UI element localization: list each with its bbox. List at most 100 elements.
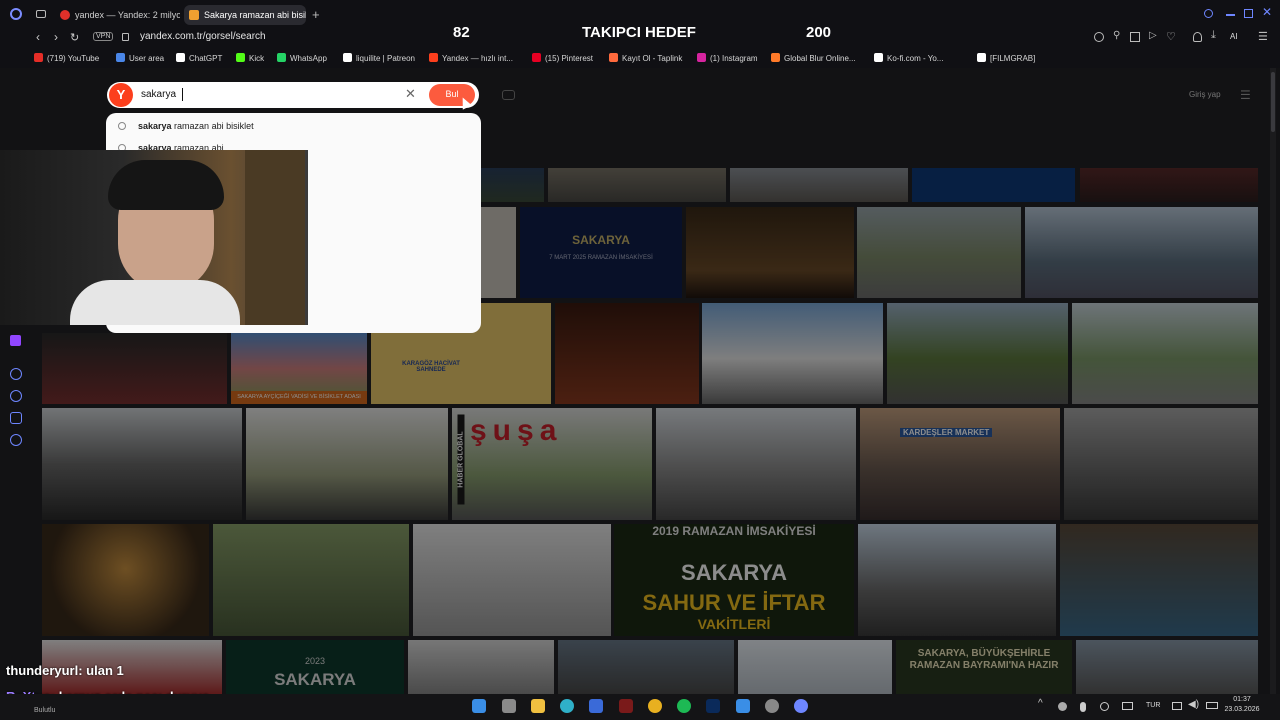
page-scrollbar[interactable]: [1270, 68, 1276, 694]
pin-icon[interactable]: ⚲: [1113, 30, 1120, 41]
bookmark-item[interactable]: [FILMGRAB]: [977, 53, 1035, 63]
image-tile-susa[interactable]: HABER GLOBAL şuşa: [452, 408, 652, 520]
suggestion-item[interactable]: sakarya ramazan abi bisiklet: [118, 121, 468, 135]
image-tile[interactable]: [1060, 524, 1258, 636]
spotify-icon[interactable]: [677, 699, 691, 713]
image-tile[interactable]: [548, 168, 726, 202]
image-tile[interactable]: [213, 524, 409, 636]
image-tile[interactable]: [1076, 640, 1258, 694]
language-label[interactable]: TUR: [1146, 702, 1160, 709]
image-tile[interactable]: [887, 303, 1068, 404]
mail-icon[interactable]: [589, 699, 603, 713]
tab-yandex[interactable]: yandex — Yandex: 2 milyon: [55, 5, 180, 25]
scrollbar-thumb[interactable]: [1271, 72, 1275, 132]
ai-icon[interactable]: AI: [1230, 32, 1238, 41]
yandex-browser-icon[interactable]: [794, 699, 808, 713]
bookmark-item[interactable]: Global Blur Online...: [771, 53, 856, 63]
bookmark-item[interactable]: User area: [116, 53, 164, 63]
image-tile[interactable]: [42, 333, 227, 404]
tray-icon[interactable]: [1058, 702, 1067, 711]
image-tile[interactable]: [558, 640, 734, 694]
image-tile-buyuksehir[interactable]: SAKARYA, BÜYÜKŞEHİRLE RAMAZAN BAYRAMI'NA…: [896, 640, 1072, 694]
image-tile-sakarya-imsakiye[interactable]: SAKARYA 7 MART 2025 RAMAZAN İMSAKİYESİ: [520, 207, 682, 298]
bookmark-item[interactable]: WhatsApp: [277, 53, 327, 63]
image-tile[interactable]: [246, 408, 448, 520]
bookmark-item[interactable]: Kick: [236, 53, 264, 63]
image-tile[interactable]: [656, 408, 856, 520]
tab-overview-icon[interactable]: [36, 10, 46, 18]
image-tile[interactable]: [730, 168, 908, 202]
browser-menu-icon[interactable]: [10, 8, 22, 20]
forward-icon[interactable]: ›: [54, 30, 58, 44]
url-field[interactable]: yandex.com.tr/gorsel/search: [140, 31, 266, 42]
heart-icon[interactable]: ♡: [1166, 30, 1176, 43]
menu-icon[interactable]: ☰: [1258, 30, 1268, 43]
bookmark-item[interactable]: (719) YouTube: [34, 53, 99, 63]
volume-icon[interactable]: ◀): [1188, 699, 1199, 710]
image-tile[interactable]: [1080, 168, 1258, 202]
back-icon[interactable]: ‹: [36, 30, 40, 44]
image-tile[interactable]: [1025, 207, 1258, 298]
image-tile-market[interactable]: KARDEŞLER MARKET: [860, 408, 1060, 520]
player-icon[interactable]: [10, 368, 22, 380]
bookmark-item[interactable]: Ko-fi.com - Yo...: [874, 53, 943, 63]
battery-icon[interactable]: [1206, 702, 1218, 709]
minimize-button[interactable]: [1226, 14, 1235, 16]
hamburger-icon[interactable]: ☰: [1240, 88, 1251, 102]
search-box[interactable]: Y sakarya ✕ Bul: [107, 82, 479, 110]
login-link[interactable]: Giriş yap: [1189, 90, 1221, 99]
clear-icon[interactable]: ✕: [405, 86, 416, 102]
screenshot-icon[interactable]: [1130, 32, 1140, 42]
image-tile[interactable]: [912, 168, 1075, 202]
reload-icon[interactable]: ↻: [70, 31, 79, 44]
settings-icon[interactable]: [10, 434, 22, 446]
extensions-icon[interactable]: [10, 412, 22, 424]
photoshop-icon[interactable]: [706, 699, 720, 713]
keyboard-icon[interactable]: [1122, 702, 1133, 710]
close-window-button[interactable]: ✕: [1262, 5, 1272, 19]
bookmark-item[interactable]: (1) Instagram: [697, 53, 758, 63]
image-tile[interactable]: [738, 640, 892, 694]
yandex-logo-icon[interactable]: Y: [109, 83, 133, 107]
mic-icon[interactable]: [1080, 702, 1086, 712]
edge-icon[interactable]: [560, 699, 574, 713]
clock-date[interactable]: 23.03.2026: [1222, 706, 1262, 713]
image-tile[interactable]: [42, 408, 242, 520]
maximize-button[interactable]: [1244, 9, 1253, 18]
chrome-icon[interactable]: [648, 699, 662, 713]
network-icon[interactable]: [1172, 702, 1182, 710]
obs-icon[interactable]: [619, 699, 633, 713]
twitch-icon[interactable]: [10, 335, 21, 346]
app-icon[interactable]: [736, 699, 750, 713]
image-tile-2019-imsakiye[interactable]: 2019 RAMAZAN İMSAKİYESİ SAKARYA SAHUR VE…: [614, 524, 854, 636]
tray-icon[interactable]: [1100, 702, 1109, 711]
vpn-badge[interactable]: VPN: [93, 32, 114, 41]
image-tile[interactable]: [686, 207, 854, 298]
image-tile[interactable]: [480, 207, 516, 298]
tab-sakarya-search[interactable]: Sakarya ramazan abi bisikl: [184, 5, 306, 25]
image-tile[interactable]: [42, 524, 209, 636]
zoom-icon[interactable]: [1094, 32, 1104, 42]
bookmark-item[interactable]: Yandex — hızlı int...: [429, 53, 513, 63]
search-input[interactable]: sakarya: [141, 89, 176, 100]
taskview-icon[interactable]: [502, 699, 516, 713]
image-tile[interactable]: [408, 640, 554, 694]
image-tile[interactable]: [480, 168, 544, 202]
bookmark-item[interactable]: (15) Pinterest: [532, 53, 593, 63]
play-icon[interactable]: ▷: [1149, 30, 1157, 41]
bookmark-item[interactable]: ChatGPT: [176, 53, 222, 63]
image-tile[interactable]: [1064, 408, 1258, 520]
bookmark-item[interactable]: liquilite | Patreon: [343, 53, 415, 63]
download-icon[interactable]: ⤓: [1211, 29, 1216, 42]
new-tab-button[interactable]: +: [312, 7, 320, 22]
account-icon[interactable]: [1193, 32, 1202, 42]
image-tile[interactable]: [555, 303, 699, 404]
image-tile[interactable]: [857, 207, 1021, 298]
file-explorer-icon[interactable]: [531, 699, 545, 713]
history-icon[interactable]: [10, 390, 22, 402]
image-tile[interactable]: [413, 524, 611, 636]
tray-expand-icon[interactable]: ^: [1038, 698, 1043, 709]
bookmark-item[interactable]: Kayıt Ol - Taplink: [609, 53, 682, 63]
image-tile[interactable]: [702, 303, 883, 404]
clock-time[interactable]: 01:37: [1222, 696, 1262, 703]
